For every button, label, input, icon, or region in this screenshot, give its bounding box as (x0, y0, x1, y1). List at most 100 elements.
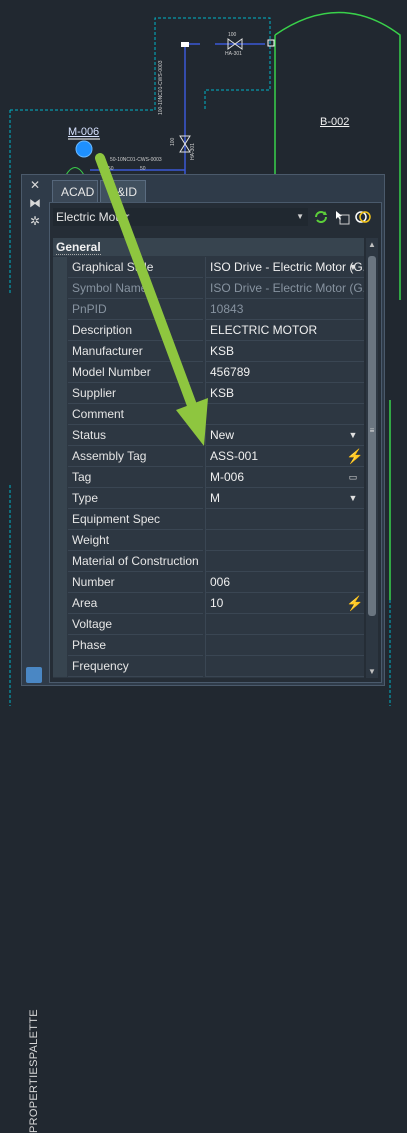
row-gutter (53, 572, 67, 593)
row-gutter (53, 425, 67, 446)
quick-select-icon[interactable] (355, 209, 371, 225)
property-label: Status (68, 425, 203, 446)
property-label: Voltage (68, 614, 203, 635)
property-value[interactable]: ISO Drive - Electric Motor (G... ▼ (205, 257, 364, 278)
property-row[interactable]: Equipment Spec (53, 509, 364, 530)
settings-icon[interactable]: ✲ (28, 214, 42, 228)
tab-acad[interactable]: ACAD (52, 180, 98, 202)
palette-icon[interactable] (26, 667, 42, 683)
property-value-text: M-006 (210, 470, 245, 484)
property-value[interactable] (205, 614, 364, 635)
property-row[interactable]: Symbol Name ISO Drive - Electric Motor (G… (53, 278, 364, 299)
property-value[interactable]: ASS-001 ⚡ (205, 446, 364, 467)
property-row[interactable]: Area 10 ⚡ (53, 593, 364, 614)
row-gutter (53, 635, 67, 656)
properties-panel: Electric Motor ▼ General Graphical Style… (49, 202, 382, 683)
property-value[interactable] (205, 656, 364, 677)
property-value-text: 10843 (210, 302, 244, 316)
property-value[interactable]: 456789 (205, 362, 364, 383)
chevron-down-icon[interactable]: ▼ (346, 488, 360, 508)
row-gutter (53, 278, 67, 299)
property-value[interactable]: 006 (205, 572, 364, 593)
row-gutter (53, 551, 67, 572)
valve-size-label: 100 (228, 32, 237, 38)
property-row[interactable]: Manufacturer KSB (53, 341, 364, 362)
property-row[interactable]: Assembly Tag ASS-001 ⚡ (53, 446, 364, 467)
grip-icon: ≡ (369, 426, 375, 435)
row-gutter (53, 614, 67, 635)
vessel-tag-label[interactable]: B-002 (320, 116, 349, 128)
property-value[interactable] (205, 635, 364, 656)
property-value-text: 006 (210, 575, 231, 589)
property-value-text: KSB (210, 386, 235, 400)
property-row[interactable]: Weight (53, 530, 364, 551)
property-row[interactable]: Graphical Style ISO Drive - Electric Moto… (53, 257, 364, 278)
row-gutter (53, 467, 67, 488)
tab-pid[interactable]: P&ID (100, 180, 146, 202)
property-value[interactable]: ELECTRIC MOTOR (205, 320, 364, 341)
line-label: HA-301 (190, 143, 196, 160)
property-row[interactable]: Model Number 456789 (53, 362, 364, 383)
property-value-text: KSB (210, 344, 235, 358)
property-value[interactable] (205, 509, 364, 530)
property-row[interactable]: Frequency (53, 656, 364, 677)
property-label: Manufacturer (68, 341, 203, 362)
row-gutter (53, 341, 67, 362)
line-label: 100 (170, 137, 176, 146)
property-row[interactable]: Description ELECTRIC MOTOR (53, 320, 364, 341)
scrollbar[interactable]: ▲ ≡ ▼ (366, 238, 378, 678)
property-value[interactable]: M ▼ (205, 488, 364, 509)
property-value[interactable] (205, 530, 364, 551)
property-row[interactable]: Status New ▼ (53, 425, 364, 446)
property-row[interactable]: Phase (53, 635, 364, 656)
palette-titlebar[interactable]: ✕ ⧓ ✲ PROPERTIESPALETTE (22, 175, 48, 1133)
property-row[interactable]: Supplier KSB (53, 383, 364, 404)
section-header-general[interactable]: General (53, 238, 364, 256)
row-gutter (53, 446, 67, 467)
property-value[interactable]: KSB (205, 383, 364, 404)
property-value[interactable]: 10 ⚡ (205, 593, 364, 614)
property-value[interactable]: New ▼ (205, 425, 364, 446)
refresh-icon[interactable] (313, 209, 329, 225)
property-row[interactable]: PnPID 10843 (53, 299, 364, 320)
row-gutter (53, 509, 67, 530)
scroll-thumb[interactable] (368, 256, 376, 616)
property-row[interactable]: Type M ▼ (53, 488, 364, 509)
property-label: Comment (68, 404, 203, 425)
property-row[interactable]: Voltage (53, 614, 364, 635)
lightning-icon[interactable]: ⚡ (346, 593, 363, 613)
scroll-down-icon[interactable]: ▼ (368, 667, 376, 676)
property-row[interactable]: Material of Construction (53, 551, 364, 572)
property-row[interactable]: Number 006 (53, 572, 364, 593)
equipment-tag-label[interactable]: M-006 (68, 126, 99, 138)
line-label: 100-10NC01-CWS-0003 (158, 60, 164, 115)
property-value[interactable] (205, 551, 364, 572)
property-value[interactable]: M-006 ▭ (205, 467, 364, 488)
object-type-select[interactable]: Electric Motor ▼ (53, 208, 308, 226)
row-gutter (53, 656, 67, 677)
property-label: Area (68, 593, 203, 614)
property-row[interactable]: Tag M-006 ▭ (53, 467, 364, 488)
property-value[interactable] (205, 404, 364, 425)
lightning-icon[interactable]: ⚡ (346, 446, 363, 466)
autohide-icon[interactable]: ⧓ (28, 196, 42, 210)
property-label: Equipment Spec (68, 509, 203, 530)
close-icon[interactable]: ✕ (28, 178, 42, 192)
chevron-down-icon[interactable]: ▼ (346, 425, 360, 445)
property-label: Number (68, 572, 203, 593)
property-label: Symbol Name (68, 278, 203, 299)
scroll-up-icon[interactable]: ▲ (368, 240, 376, 249)
section-title: General (56, 240, 101, 255)
property-label: Phase (68, 635, 203, 656)
property-value-text: New (210, 428, 235, 442)
property-label: Material of Construction (68, 551, 203, 572)
dialog-icon[interactable]: ▭ (346, 467, 360, 487)
property-value-text: 10 (210, 596, 224, 610)
valve-tag-label: HA-301 (225, 51, 242, 57)
chevron-down-icon: ▼ (296, 212, 304, 221)
property-value: ISO Drive - Electric Motor (G... (205, 278, 364, 299)
property-value[interactable]: KSB (205, 341, 364, 362)
chevron-down-icon[interactable]: ▼ (346, 257, 360, 277)
property-row[interactable]: Comment (53, 404, 364, 425)
select-objects-icon[interactable] (334, 209, 350, 225)
